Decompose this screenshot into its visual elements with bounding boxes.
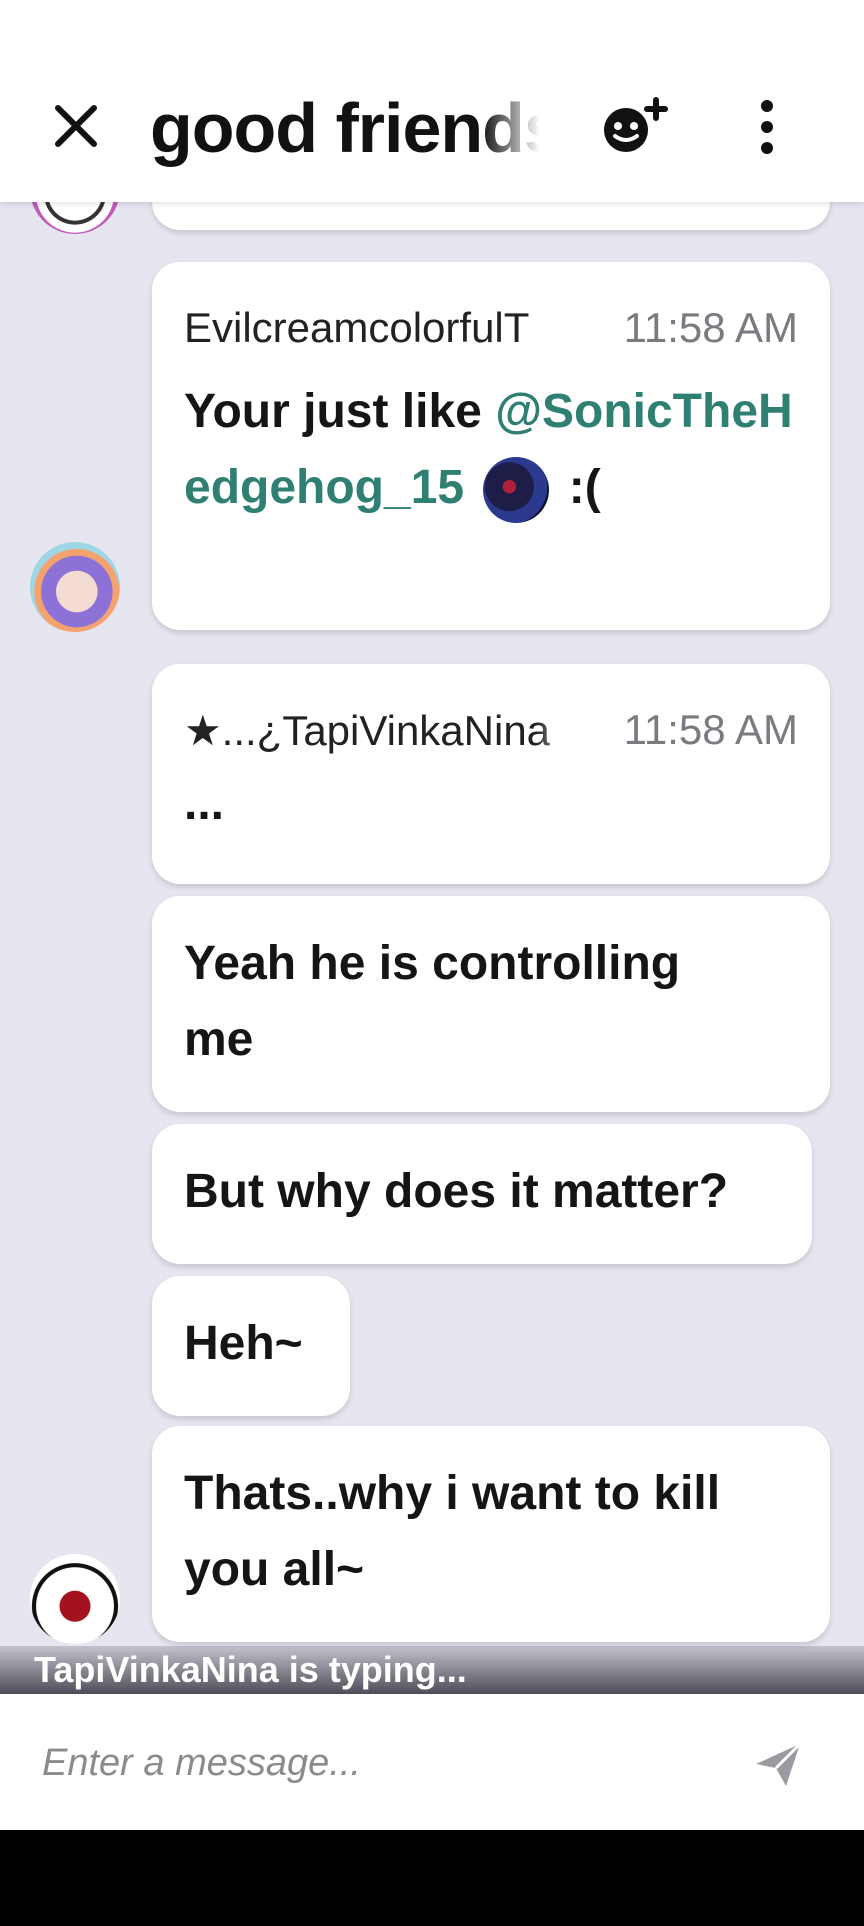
avatar[interactable]: [30, 542, 120, 632]
close-icon: [55, 105, 97, 147]
message-author[interactable]: EvilcreamcolorfulT: [184, 304, 584, 352]
chat-title: good friends: [150, 89, 540, 167]
message-bubble[interactable]: EvilcreamcolorfulT 11:58 AM Your just li…: [152, 262, 830, 630]
message-text: But why does it matter?: [184, 1165, 729, 1218]
message-bubble[interactable]: ★...¿TapiVinkaNina 11:58 AM ...: [152, 664, 830, 884]
message-author[interactable]: ★...¿TapiVinkaNina: [184, 706, 584, 755]
avatar[interactable]: [30, 202, 120, 234]
message-text: Yeah he is controlling me: [184, 937, 681, 1066]
more-options-button[interactable]: [745, 98, 789, 156]
message-list[interactable]: EvilcreamcolorfulT 11:58 AM Your just li…: [0, 202, 864, 1650]
message-text: Your just like: [184, 385, 496, 438]
chat-header: good friends: [0, 0, 864, 202]
message-text: Heh~: [184, 1317, 303, 1370]
send-icon: [756, 1742, 802, 1786]
message-bubble[interactable]: Heh~: [152, 1276, 350, 1416]
message-time: 11:58 AM: [623, 304, 798, 351]
message-input[interactable]: [40, 1724, 724, 1802]
add-member-icon: [604, 97, 668, 152]
system-navigation-bar: [0, 1830, 864, 1926]
message-text: ...: [184, 777, 225, 830]
message-bubble[interactable]: But why does it matter?: [152, 1124, 812, 1264]
typing-indicator: TapiVinkaNina is typing...: [0, 1646, 864, 1694]
add-member-button[interactable]: [600, 96, 672, 158]
avatar[interactable]: [30, 1554, 120, 1644]
previous-message-bubble: [152, 202, 830, 230]
message-bubble[interactable]: Thats..why i want to kill you all~: [152, 1426, 830, 1642]
message-composer: [0, 1694, 864, 1830]
close-button[interactable]: [50, 100, 102, 152]
mention-avatar[interactable]: [483, 457, 550, 524]
message-bubble[interactable]: Yeah he is controlling me: [152, 896, 830, 1112]
message-text: Thats..why i want to kill you all~: [184, 1467, 721, 1596]
more-vertical-icon: [761, 100, 773, 154]
send-button[interactable]: [752, 1738, 804, 1790]
message-time: 11:58 AM: [623, 706, 798, 753]
message-text-suffix: :(: [568, 461, 601, 514]
